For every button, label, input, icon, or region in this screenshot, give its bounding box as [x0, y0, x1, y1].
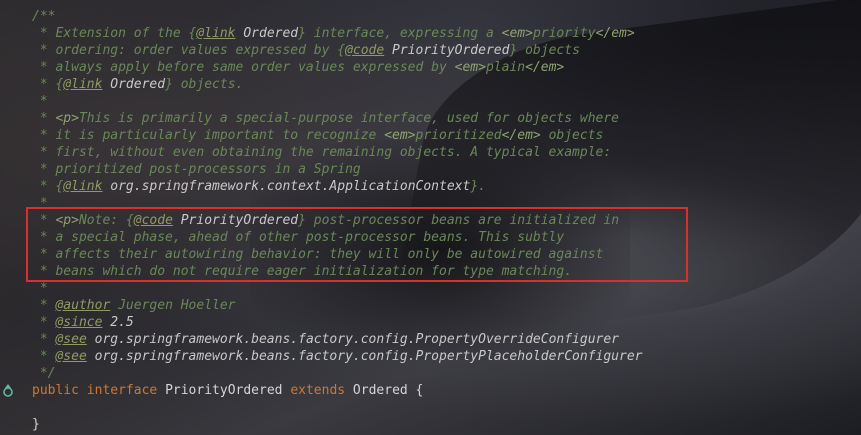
code-token: * always apply before same order values … — [32, 60, 455, 75]
code-token: Juergen Hoeller — [110, 298, 236, 313]
code-token: PriorityOrdered — [384, 43, 510, 58]
code-token: @link — [63, 179, 103, 194]
code-line[interactable]: * it is particularly important to recogn… — [32, 127, 643, 144]
code-token: * prioritized post-processors in a Sprin… — [32, 162, 361, 177]
code-token: * — [32, 332, 56, 347]
code-token: org.springframework.beans.factory.config… — [86, 349, 643, 364]
code-token: * first, without even obtaining the rema… — [32, 145, 612, 160]
code-token: @link — [63, 77, 103, 92]
code-token: </em> — [595, 26, 635, 41]
code-token: @author — [55, 298, 111, 313]
code-token: prioritized — [415, 128, 502, 143]
code-token: public — [32, 383, 79, 398]
highlight-annotation-box — [26, 207, 688, 282]
code-token: extends — [290, 383, 346, 398]
code-token: 2.5 — [102, 315, 134, 330]
implemented-interface-icon[interactable] — [2, 384, 14, 398]
code-line[interactable]: * {@link org.springframework.context.App… — [32, 178, 643, 195]
code-line[interactable]: * @see org.springframework.beans.factory… — [32, 331, 643, 348]
code-token: @link — [196, 26, 236, 41]
code-token: } interface, expressing a — [298, 26, 502, 41]
code-token: Ordered { — [345, 383, 424, 398]
code-token: * — [32, 298, 56, 313]
code-token: * ordering: order values expressed by — [32, 43, 338, 58]
code-token: */ — [32, 366, 56, 381]
code-line[interactable]: * — [32, 93, 643, 110]
code-token: { — [337, 43, 346, 58]
code-token: Ordered — [235, 26, 299, 41]
code-token: @see — [55, 332, 87, 347]
code-token: * — [32, 179, 56, 194]
code-token: </em> — [501, 128, 541, 143]
code-token: * Extension of the — [32, 26, 189, 41]
code-token: priority — [532, 26, 596, 41]
code-line[interactable]: * @author Juergen Hoeller — [32, 297, 643, 314]
code-token: @see — [55, 349, 87, 364]
code-token: * — [32, 111, 56, 126]
code-token: * — [32, 349, 56, 364]
code-token: } — [32, 417, 40, 432]
code-line[interactable]: * Extension of the {@link Ordered} inter… — [32, 25, 643, 42]
code-token: <em> — [501, 26, 533, 41]
code-token: /** — [32, 9, 56, 24]
code-token: org.springframework.context.ApplicationC… — [102, 179, 471, 194]
code-line[interactable]: public interface PriorityOrdered extends… — [32, 382, 643, 399]
code-line[interactable]: } — [32, 416, 643, 433]
code-token: * — [32, 77, 56, 92]
code-line[interactable]: * <p>This is primarily a special-purpose… — [32, 110, 643, 127]
code-line[interactable]: * {@link Ordered} objects. — [32, 76, 643, 93]
code-token: <em> — [384, 128, 416, 143]
code-editor[interactable]: /** * Extension of the {@link Ordered} i… — [0, 0, 861, 435]
code-token: PriorityOrdered — [157, 383, 291, 398]
code-token: objects — [540, 128, 604, 143]
code-token: * — [32, 94, 48, 109]
code-token: <p> — [55, 111, 79, 126]
code-line[interactable]: * ordering: order values expressed by {@… — [32, 42, 643, 59]
code-token: </em> — [525, 60, 565, 75]
code-token: @since — [55, 315, 103, 330]
code-token: This is primarily a special-purpose inte… — [78, 111, 620, 126]
code-token: } objects — [509, 43, 580, 58]
code-token: * — [32, 315, 56, 330]
code-line[interactable]: */ — [32, 365, 643, 382]
code-token: @code — [345, 43, 385, 58]
code-line[interactable]: * always apply before same order values … — [32, 59, 643, 76]
code-token: } objects. — [165, 77, 244, 92]
code-token: <em> — [454, 60, 486, 75]
code-line[interactable]: /** — [32, 8, 643, 25]
code-line[interactable]: * — [32, 280, 643, 297]
code-token: * — [32, 281, 48, 296]
code-token: Ordered — [102, 77, 166, 92]
code-token: plain — [485, 60, 526, 75]
editor-gutter — [0, 0, 24, 435]
code-line[interactable]: * @since 2.5 — [32, 314, 643, 331]
code-token: * it is particularly important to recogn… — [32, 128, 385, 143]
code-token: org.springframework.beans.factory.config… — [86, 332, 620, 347]
code-line[interactable] — [32, 399, 643, 416]
code-line[interactable]: * first, without even obtaining the rema… — [32, 144, 643, 161]
code-token: interface — [86, 383, 158, 398]
code-line[interactable]: * @see org.springframework.beans.factory… — [32, 348, 643, 365]
code-token: }. — [470, 179, 486, 194]
code-line[interactable]: * prioritized post-processors in a Sprin… — [32, 161, 643, 178]
